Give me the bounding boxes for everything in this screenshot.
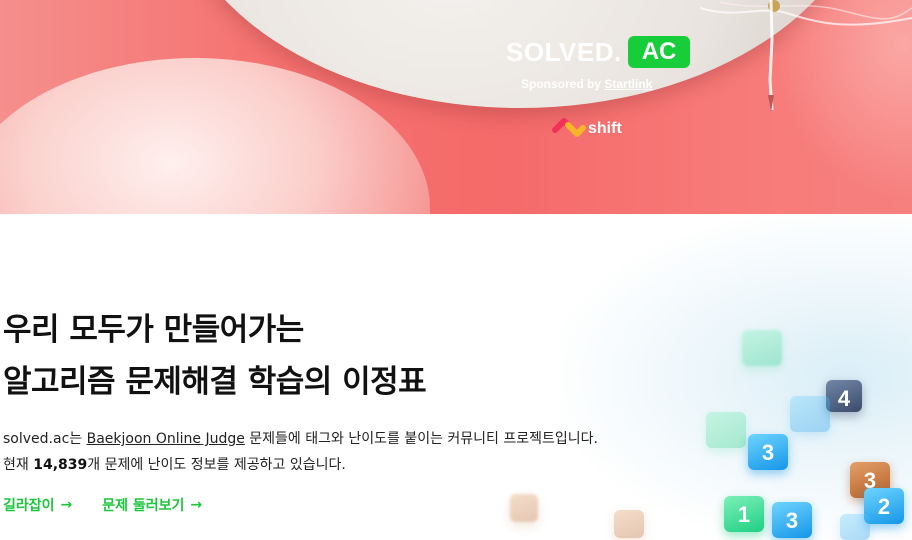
shift-logo-icon <box>552 118 586 137</box>
tier-badge-icon <box>790 396 830 432</box>
arrow-right-icon: → <box>60 497 73 513</box>
tier-badge-icon <box>706 412 746 448</box>
desc-text: 개 문제에 난이도 정보를 제공하고 있습니다. <box>87 457 346 473</box>
shift-partner-logo[interactable]: shift <box>552 116 622 142</box>
desc-text: 문제들에 태그와 난이도를 붙이는 커뮤니티 프로젝트입니다. <box>244 431 598 447</box>
tier-badge-icon: 3 <box>748 434 788 470</box>
tier-badge-icon <box>840 514 870 540</box>
desc-text: 현재 <box>3 457 34 473</box>
problem-count: 14,839 <box>33 457 88 473</box>
sponsor-prefix: Sponsored by <box>521 77 605 91</box>
desc-text: solved.ac는 <box>3 431 87 447</box>
tier-badge-icon: 3 <box>772 502 812 538</box>
hero-banner: SOLVED. AC Sponsored by Startlink shift <box>0 0 912 214</box>
guide-link[interactable]: 길라잡이 → <box>3 495 72 515</box>
tier-badge-icon: 4 <box>826 380 862 412</box>
arrow-right-icon: → <box>190 497 203 513</box>
balloon-string <box>768 0 774 112</box>
startlink-link[interactable]: Startlink <box>604 77 652 91</box>
page-headline: 우리 모두가 만들어가는 알고리즘 문제해결 학습의 이정표 <box>3 304 427 408</box>
solvedac-logo[interactable]: SOLVED. AC <box>506 36 691 68</box>
tier-badge-icon <box>742 330 782 366</box>
boj-link[interactable]: Baekjoon Online Judge <box>87 431 245 447</box>
cta-links: 길라잡이 → 문제 둘러보기 → <box>3 495 202 515</box>
description: solved.ac는 Baekjoon Online Judge 문제들에 태그… <box>3 426 598 478</box>
guide-link-label: 길라잡이 <box>3 498 55 514</box>
tier-badge-icon <box>614 510 644 538</box>
intro-section: 4 3 3 2 1 3 우리 모두가 만들어가는 알고리즘 문제해결 학습의 이… <box>0 214 912 540</box>
tier-badge-icon <box>510 494 538 522</box>
logo-text-solved: SOLVED. <box>506 37 622 67</box>
tier-badge-icon: 1 <box>724 496 764 532</box>
ribbon-decoration <box>700 0 912 26</box>
description-line-1: solved.ac는 Baekjoon Online Judge 문제들에 태그… <box>3 426 598 452</box>
logo-badge-ac: AC <box>627 36 691 68</box>
sponsor-text: Sponsored by Startlink <box>521 77 652 91</box>
tier-badge-icon: 2 <box>864 488 904 524</box>
description-line-2: 현재 14,839개 문제에 난이도 정보를 제공하고 있습니다. <box>3 452 598 478</box>
headline-line-1: 우리 모두가 만들어가는 <box>3 312 304 348</box>
browse-problems-link[interactable]: 문제 둘러보기 → <box>102 495 202 515</box>
shift-logo-text: shift <box>588 120 622 137</box>
browse-problems-label: 문제 둘러보기 <box>102 498 185 514</box>
headline-line-2: 알고리즘 문제해결 학습의 이정표 <box>3 364 427 400</box>
